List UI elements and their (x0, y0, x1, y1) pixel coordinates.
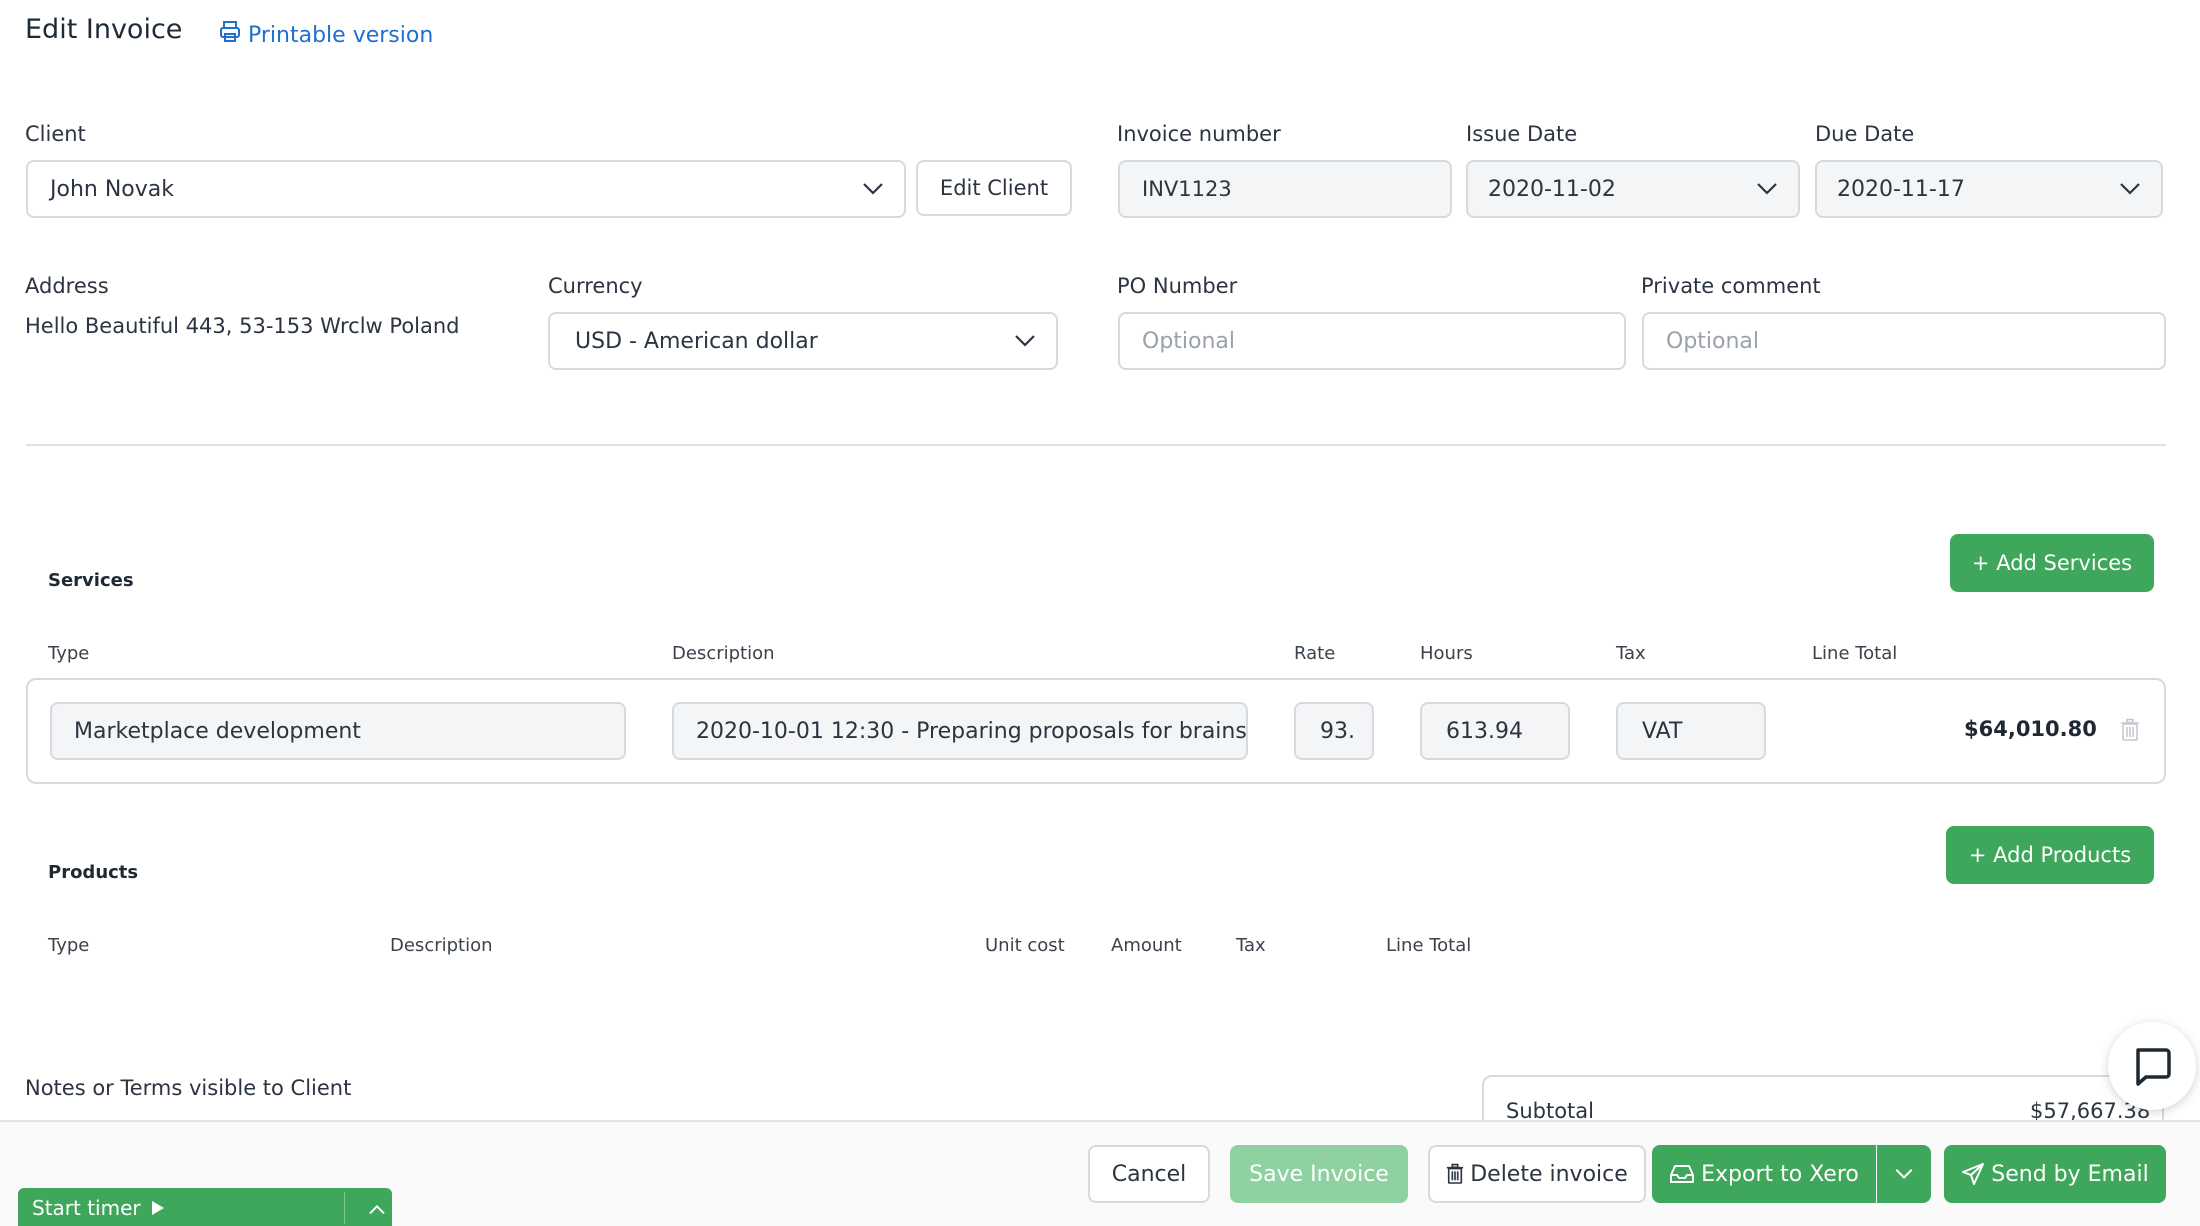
products-title: Products (48, 862, 139, 883)
products-col-tax: Tax (1236, 935, 1266, 956)
services-col-tax: Tax (1616, 643, 1646, 664)
start-timer-label: Start timer (32, 1196, 141, 1220)
private-comment-input[interactable]: Optional (1642, 312, 2166, 370)
client-label: Client (25, 122, 86, 146)
delete-invoice-label: Delete invoice (1470, 1161, 1628, 1187)
chevron-up-icon[interactable] (368, 1204, 386, 1215)
due-date-label: Due Date (1815, 122, 1915, 146)
products-col-amount: Amount (1111, 935, 1182, 956)
invoice-number-input[interactable]: INV1123 (1118, 160, 1452, 218)
due-date-value: 2020-11-17 (1837, 176, 1965, 202)
products-col-line-total: Line Total (1386, 935, 1472, 956)
chat-icon (2136, 1048, 2171, 1086)
send-icon (1962, 1163, 1985, 1185)
service-tax-value: VAT (1642, 718, 1683, 744)
service-line-total: $64,010.80 (1964, 717, 2097, 741)
client-value: John Novak (50, 176, 174, 202)
trash-icon (1447, 1163, 1464, 1184)
chevron-down-icon (863, 183, 883, 195)
play-icon (151, 1201, 164, 1215)
send-by-email-label: Send by Email (1991, 1161, 2149, 1187)
timer-divider (344, 1192, 345, 1224)
address-label: Address (25, 274, 109, 298)
po-number-placeholder: Optional (1142, 328, 1236, 354)
po-number-label: PO Number (1117, 274, 1238, 298)
service-type-value: Marketplace development (74, 718, 361, 744)
chevron-down-icon (1895, 1168, 1913, 1179)
service-tax-input[interactable]: VAT (1616, 702, 1766, 760)
issue-date-label: Issue Date (1466, 122, 1578, 146)
services-col-description: Description (672, 643, 775, 664)
trash-icon[interactable] (2120, 718, 2140, 746)
invoice-number-label: Invoice number (1117, 122, 1281, 146)
export-dropdown-toggle[interactable] (1877, 1145, 1931, 1203)
export-icon (1670, 1165, 1695, 1183)
notes-label: Notes or Terms visible to Client (25, 1076, 352, 1100)
services-title: Services (48, 570, 134, 591)
private-comment-label: Private comment (1641, 274, 1821, 298)
printable-version-label: Printable version (248, 22, 434, 48)
chat-widget-button[interactable] (2108, 1022, 2196, 1110)
invoice-number-value: INV1123 (1142, 177, 1232, 201)
start-timer-widget[interactable]: Start timer (18, 1188, 392, 1226)
chevron-down-icon (2120, 183, 2140, 195)
currency-select[interactable]: USD - American dollar (548, 312, 1058, 370)
products-col-description: Description (390, 935, 493, 956)
issue-date-value: 2020-11-02 (1488, 176, 1616, 202)
issue-date-select[interactable]: 2020-11-02 (1466, 160, 1800, 218)
export-to-xero-label: Export to Xero (1701, 1161, 1859, 1187)
service-type-input[interactable]: Marketplace development (50, 702, 626, 760)
save-invoice-button[interactable]: Save Invoice (1230, 1145, 1408, 1203)
add-services-button[interactable]: + Add Services (1950, 534, 2154, 592)
client-select[interactable]: John Novak (26, 160, 906, 218)
chevron-down-icon (1757, 183, 1777, 195)
service-description-input[interactable]: 2020-10-01 12:30 - Preparing proposals f… (672, 702, 1248, 760)
export-to-xero-button[interactable]: Export to Xero (1652, 1145, 1876, 1203)
services-col-line-total: Line Total (1812, 643, 1898, 664)
services-col-rate: Rate (1294, 643, 1336, 664)
due-date-select[interactable]: 2020-11-17 (1815, 160, 2163, 218)
printable-version-link[interactable]: Printable version (218, 20, 433, 50)
send-by-email-button[interactable]: Send by Email (1944, 1145, 2166, 1203)
service-rate-value: 93. (1320, 718, 1355, 744)
services-col-hours: Hours (1420, 643, 1473, 664)
po-number-input[interactable]: Optional (1118, 312, 1626, 370)
products-col-unit-cost: Unit cost (985, 935, 1065, 956)
services-col-type: Type (48, 643, 90, 664)
service-hours-input[interactable]: 613.94 (1420, 702, 1570, 760)
address-value: Hello Beautiful 443, 53-153 Wrclw Poland (25, 314, 460, 338)
section-divider (26, 444, 2166, 446)
printer-icon (218, 20, 242, 50)
private-comment-placeholder: Optional (1666, 328, 1760, 354)
edit-client-button[interactable]: Edit Client (916, 160, 1072, 216)
service-description-value: 2020-10-01 12:30 - Preparing proposals f… (696, 718, 1248, 744)
service-hours-value: 613.94 (1446, 718, 1523, 744)
page-title: Edit Invoice (25, 14, 183, 45)
delete-invoice-button[interactable]: Delete invoice (1428, 1145, 1646, 1203)
cancel-button[interactable]: Cancel (1088, 1145, 1210, 1203)
service-rate-input[interactable]: 93. (1294, 702, 1374, 760)
currency-label: Currency (548, 274, 643, 298)
chevron-down-icon (1015, 335, 1035, 347)
products-col-type: Type (48, 935, 90, 956)
add-products-button[interactable]: + Add Products (1946, 826, 2154, 884)
currency-value: USD - American dollar (575, 328, 818, 354)
